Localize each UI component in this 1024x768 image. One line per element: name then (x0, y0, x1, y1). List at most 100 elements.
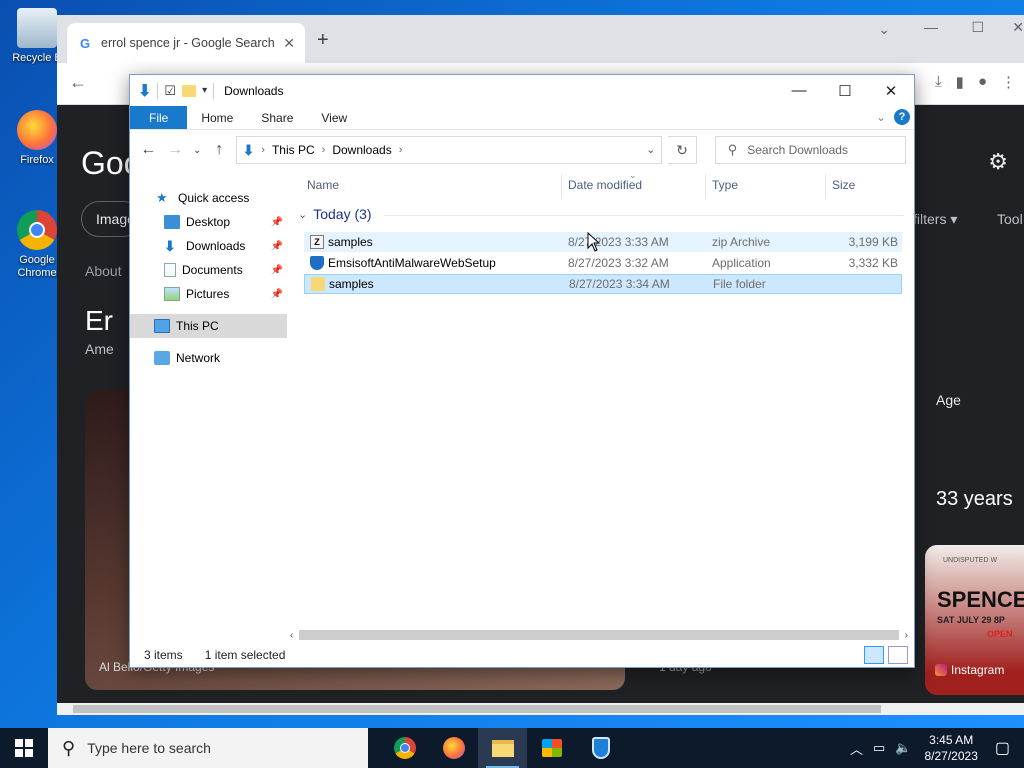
tools-button[interactable]: Tool (997, 211, 1023, 227)
address-bar[interactable]: ⬇ › This PC › Downloads › ⌄ (235, 136, 663, 164)
taskbar-file-explorer[interactable] (478, 728, 527, 768)
file-row[interactable]: Z samples 8/27/2023 3:33 AM zip Archive … (304, 232, 902, 252)
tab-search-icon[interactable]: ⌄ (878, 21, 890, 38)
nav-item-label: Downloads (186, 239, 246, 253)
about-label: About (85, 263, 122, 279)
settings-gear-icon[interactable]: ⚙ (988, 149, 1008, 175)
properties-icon[interactable]: ☑ (164, 83, 176, 99)
scrollbar-thumb[interactable] (299, 630, 899, 640)
taskbar-store[interactable] (527, 728, 576, 768)
chevron-right-icon[interactable]: › (322, 144, 326, 156)
scrollbar-thumb[interactable] (73, 705, 881, 713)
breadcrumb-downloads[interactable]: Downloads (332, 143, 391, 157)
group-header-today[interactable]: ⌄ Today (3) (298, 206, 904, 222)
chrome-tab[interactable]: G errol spence jr - Google Search ✕ (67, 23, 305, 63)
chrome-horizontal-scrollbar[interactable] (57, 703, 1024, 715)
network-icon (154, 351, 170, 365)
help-icon[interactable]: ? (894, 109, 910, 125)
back-arrow-icon[interactable]: ← (138, 141, 159, 159)
chrome-icon (393, 737, 416, 759)
forward-arrow-icon[interactable]: → (165, 141, 186, 159)
recent-locations-icon[interactable]: ⌄ (192, 145, 203, 156)
taskbar-search-input[interactable]: ⚲ Type here to search (48, 728, 368, 768)
download-icon[interactable]: ⤓ (935, 73, 942, 91)
clock[interactable]: 3:45 AM 8/27/2023 (924, 732, 977, 764)
start-button[interactable] (0, 728, 48, 768)
nav-item-this-pc[interactable]: This PC (130, 314, 287, 338)
nav-item-desktop[interactable]: Desktop 📌 (130, 210, 287, 234)
pin-icon[interactable]: 📌 (271, 241, 283, 252)
close-tab-icon[interactable]: ✕ (283, 35, 295, 52)
show-hidden-icons-icon[interactable]: ︿ (850, 739, 863, 758)
chevron-right-icon[interactable]: › (261, 144, 265, 156)
tab-share[interactable]: Share (247, 106, 307, 129)
notifications-icon[interactable]: ▢ (995, 738, 1010, 758)
new-tab-button[interactable]: + (317, 29, 329, 52)
pin-icon[interactable]: 📌 (271, 217, 283, 228)
column-headers: Name Date modified ⌄ Type Size (290, 170, 914, 198)
large-icons-view-icon[interactable] (888, 646, 908, 664)
filters-button[interactable]: filters ▾ (913, 211, 957, 228)
quick-access-toolbar: ⬇ ☑ ▾ (138, 81, 215, 101)
maximize-icon[interactable]: ☐ (971, 19, 984, 36)
volume-icon[interactable]: 🔈 (895, 740, 911, 756)
promo-card[interactable]: UNDISPUTED W SPENCE SAT JULY 29 8P OPEN … (925, 545, 1024, 695)
back-arrow-icon[interactable]: ← (69, 72, 87, 93)
nav-item-label: Network (176, 351, 221, 365)
profile-icon[interactable]: ● (978, 73, 987, 91)
chevron-right-icon[interactable]: › (399, 144, 403, 156)
pin-icon[interactable]: 📌 (271, 265, 283, 276)
nav-item-downloads[interactable]: ⬇ Downloads 📌 (130, 234, 287, 258)
file-size: 3,332 KB (848, 256, 898, 270)
instagram-badge: Instagram (935, 663, 1004, 677)
customize-dropdown-icon[interactable]: ▾ (202, 85, 207, 96)
nav-item-quick-access[interactable]: ★ Quick access (130, 186, 287, 210)
pin-icon[interactable]: 📌 (271, 289, 283, 300)
file-name: EmsisoftAntiMalwareWebSetup (328, 256, 496, 270)
downloads-folder-icon: ⬇ (164, 238, 176, 254)
file-row[interactable]: EmsisoftAntiMalwareWebSetup 8/27/2023 3:… (304, 253, 902, 273)
file-row[interactable]: samples 8/27/2023 3:34 AM File folder (304, 274, 902, 294)
side-panel-icon[interactable]: ▮ (956, 73, 964, 91)
collapse-chevron-icon[interactable]: ⌄ (298, 208, 307, 221)
scroll-left-icon[interactable]: ‹ (290, 630, 293, 641)
maximize-icon[interactable]: ☐ (822, 75, 868, 106)
search-input[interactable]: ⚲ Search Downloads (714, 136, 906, 164)
breadcrumb-this-pc[interactable]: This PC (272, 143, 315, 157)
scroll-right-icon[interactable]: › (905, 630, 908, 641)
search-placeholder: Search Downloads (747, 143, 848, 157)
file-date: 8/27/2023 3:33 AM (568, 235, 669, 249)
tab-file[interactable]: File (130, 106, 188, 129)
network-icon[interactable]: ▭ (873, 740, 885, 756)
nav-item-documents[interactable]: Documents 📌 (130, 258, 287, 282)
refresh-icon[interactable]: ↻ (668, 136, 697, 164)
taskbar-chrome[interactable] (380, 728, 429, 768)
clock-date: 8/27/2023 (924, 749, 978, 763)
nav-item-network[interactable]: Network (130, 346, 287, 370)
column-type[interactable]: Type (712, 178, 738, 192)
firefox-icon (442, 737, 465, 759)
address-dropdown-icon[interactable]: ⌄ (646, 143, 655, 156)
sort-chevron-icon: ⌄ (629, 170, 637, 180)
tab-view[interactable]: View (307, 106, 361, 129)
close-icon[interactable]: ✕ (868, 75, 914, 106)
minimize-icon[interactable]: — (776, 75, 822, 106)
column-size[interactable]: Size (832, 178, 855, 192)
close-icon[interactable]: ✕ (1012, 19, 1024, 36)
taskbar-defender[interactable] (576, 728, 625, 768)
column-name[interactable]: Name (307, 178, 339, 192)
file-name: samples (328, 235, 373, 249)
details-view-icon[interactable] (864, 646, 884, 664)
promo-title: SPENCE (937, 587, 1024, 612)
up-arrow-icon[interactable]: ↑ (209, 141, 230, 159)
minimize-icon[interactable]: — (924, 19, 938, 35)
menu-icon[interactable]: ⋮ (1001, 73, 1016, 91)
navigation-pane: ★ Quick access Desktop 📌 ⬇ Downloads 📌 D… (130, 172, 287, 637)
new-folder-icon[interactable] (182, 84, 197, 97)
nav-item-pictures[interactable]: Pictures 📌 (130, 282, 287, 306)
tab-home[interactable]: Home (187, 106, 247, 129)
file-list-horizontal-scrollbar[interactable]: ‹ › (290, 628, 908, 642)
entity-subtitle: Ame (85, 341, 114, 357)
expand-ribbon-icon[interactable]: ⌄ (876, 110, 886, 124)
taskbar-firefox[interactable] (429, 728, 478, 768)
